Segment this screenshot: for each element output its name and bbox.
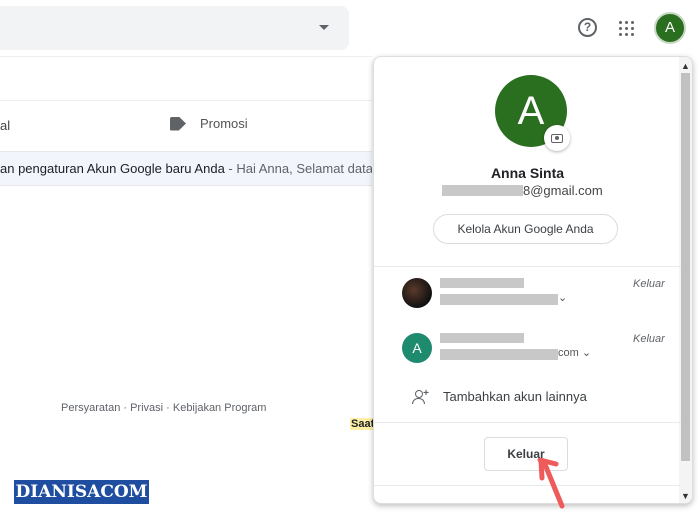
camera-icon[interactable] [544, 125, 570, 151]
add-person-icon: + [412, 389, 429, 404]
scrollbar[interactable]: ▲ ▼ [679, 57, 692, 503]
account-avatar-button[interactable]: A [654, 12, 686, 44]
profile-email: 8@gmail.com [442, 183, 603, 198]
scroll-down-icon[interactable]: ▼ [679, 491, 692, 501]
pointer-arrow-icon [537, 458, 565, 509]
divider [374, 485, 681, 486]
manage-account-button[interactable]: Kelola Akun Google Anda [433, 214, 618, 244]
tab-primary[interactable]: al [0, 118, 10, 133]
redacted-block [442, 185, 523, 196]
redacted-block [440, 294, 558, 305]
email-suffix: 8@gmail.com [523, 183, 603, 198]
watermark-logo: DIANISACOM [14, 480, 149, 504]
search-options-dropdown-icon[interactable] [319, 25, 329, 30]
email-row[interactable]: an pengaturan Akun Google baru Anda - Ha… [0, 151, 372, 186]
redacted-block [440, 278, 524, 288]
tag-icon [170, 116, 186, 131]
add-account-label: Tambahkan akun lainnya [443, 389, 587, 404]
highlight-text: Saat [350, 418, 373, 430]
account-email-suffix: com ⌄ [558, 347, 592, 359]
email-separator: - [224, 161, 237, 176]
tab-promotions[interactable]: Promosi [170, 116, 248, 131]
redacted-block [440, 333, 524, 343]
account-photo [402, 278, 432, 308]
redacted-block [440, 349, 558, 360]
signout-link[interactable]: Keluar [633, 333, 665, 345]
divider [0, 100, 372, 101]
divider [0, 56, 372, 57]
profile-name: Anna Sinta [490, 165, 565, 181]
signout-link[interactable]: Keluar [633, 278, 665, 290]
chevron-down-icon[interactable]: ⌄ [558, 291, 567, 304]
tab-label: Promosi [200, 116, 248, 131]
divider [374, 422, 681, 423]
account-avatar: A [402, 333, 432, 363]
add-account-button[interactable]: + Tambahkan akun lainnya [412, 389, 587, 404]
email-subject: an pengaturan Akun Google baru Anda [0, 161, 225, 176]
scrollbar-thumb[interactable] [681, 73, 690, 461]
email-snippet: Hai Anna, Selamat datang [236, 161, 372, 176]
divider [374, 266, 681, 267]
footer-links[interactable]: Persyaratan · Privasi · Kebijakan Progra… [61, 402, 266, 414]
search-bar[interactable] [0, 6, 349, 50]
help-circle-icon[interactable]: ? [578, 18, 597, 37]
account-popup: ▲ ▼ A Anna Sinta 8@gmail.com Kelola Akun … [373, 56, 693, 504]
scroll-up-icon[interactable]: ▲ [679, 61, 692, 71]
chevron-down-icon[interactable]: ⌄ [582, 347, 591, 359]
apps-grid-icon[interactable] [619, 21, 634, 36]
